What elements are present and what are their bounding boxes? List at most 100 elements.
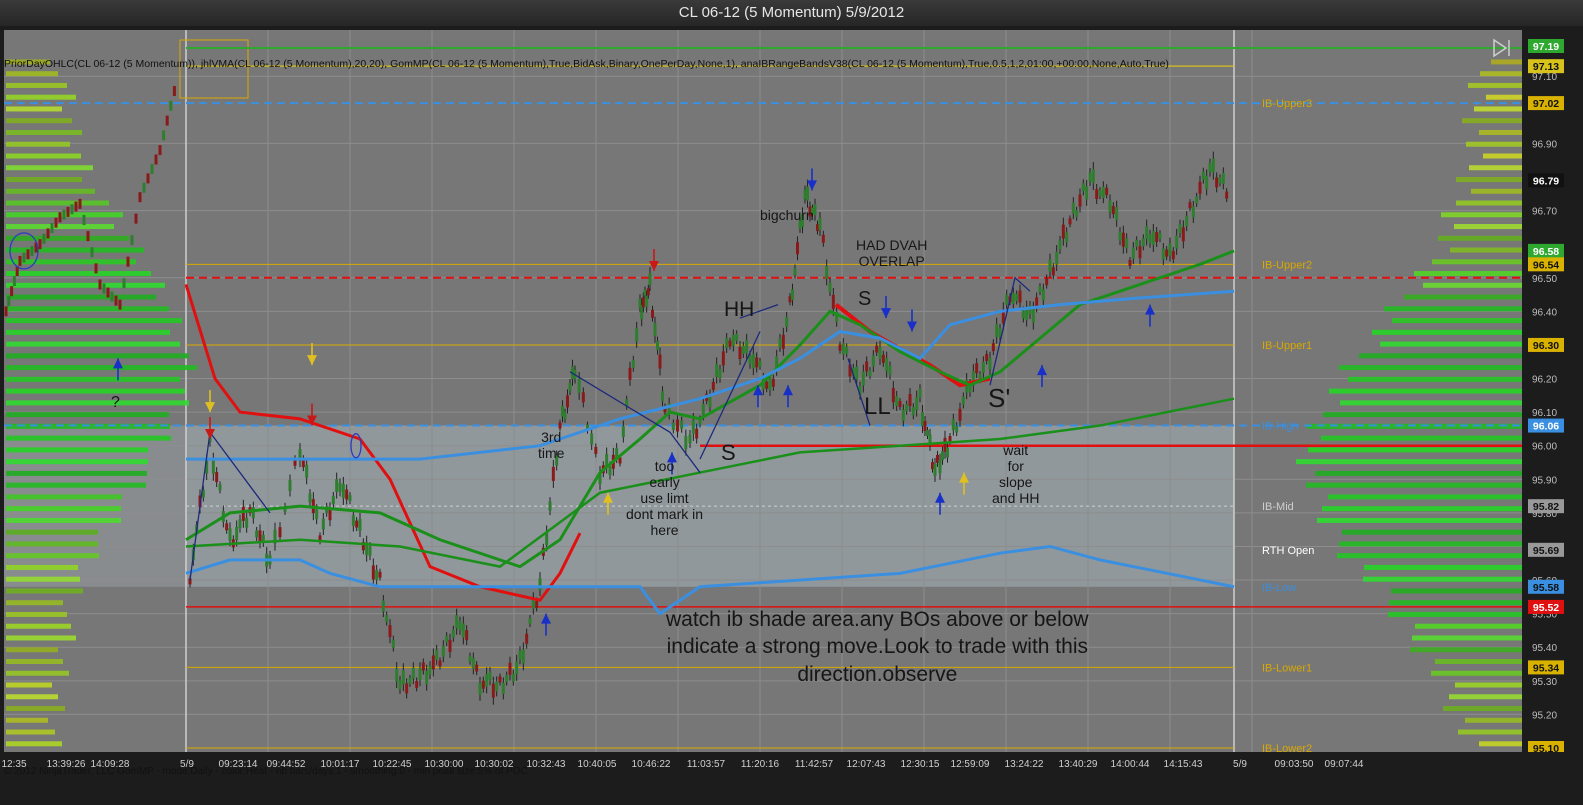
price-axis-tick: 95.40 [1532,643,1557,654]
prior-price-bar [54,217,58,228]
volume-profile-prior-bar [6,741,62,747]
price-bar-body [258,530,262,543]
window-title-bar: CL 06-12 (5 Momentum) 5/9/2012 [0,0,1583,26]
price-bar-body [455,615,459,629]
price-bar-body [1011,292,1015,304]
volume-profile-prior-bar [6,165,93,171]
price-bar-body [515,661,519,675]
price-bar-body [975,363,979,374]
price-bar-body [741,345,745,354]
price-bar-body [458,621,462,631]
prior-price-bar [4,306,8,317]
time-axis-tick: 12:59:09 [951,759,990,770]
price-bar-body [684,436,688,450]
price-bar-body [1111,206,1115,215]
price-bar-body [491,683,495,698]
volume-profile-prior-bar [6,447,148,453]
price-bar-body [551,466,555,481]
annotation-question: ? [111,394,120,411]
price-bar-body [238,519,242,529]
price-badge-label: 95.69 [1533,545,1559,557]
level-label: IB-Upper1 [1262,340,1312,352]
price-bar-body [535,600,539,608]
volume-profile-current-bar [1323,412,1522,418]
volume-profile-current-bar [1414,271,1522,277]
price-bar-body [735,333,739,341]
price-bar-body [445,635,449,643]
price-axis-tick: 96.20 [1532,375,1557,386]
volume-profile-current-bar [1454,224,1522,230]
volume-profile-current-bar [1466,141,1522,147]
price-bar-body [1095,189,1099,200]
price-bar-body [755,357,759,368]
volume-profile-prior-bar [6,188,95,194]
volume-profile-current-bar [1449,694,1522,700]
volume-profile-current-bar [1328,494,1522,500]
price-badge-label: 96.30 [1533,340,1559,352]
time-axis-tick: 12:07:43 [847,759,886,770]
price-badge-label: 95.82 [1533,501,1559,513]
volume-profile-prior-bar [6,564,78,570]
volume-profile-current-bar [1315,470,1522,476]
volume-profile-current-bar [1306,482,1522,488]
volume-profile-prior-bar [6,506,121,512]
price-bar-body [711,381,715,390]
price-bar-body [988,357,992,370]
price-bar-body [245,517,249,528]
volume-profile-prior-bar [6,329,170,335]
price-bar-body [1048,259,1052,272]
price-bar-body [653,323,657,337]
price-bar-body [278,527,282,538]
price-bar-body [861,371,865,386]
prior-price-bar [90,247,94,258]
prior-price-bar [62,209,66,220]
price-bar-body [938,460,942,474]
price-bar-body [1061,224,1065,239]
prior-price-bar [138,192,142,203]
volume-profile-prior-bar [6,553,99,559]
prior-price-bar [126,256,130,267]
volume-profile-prior-bar [6,271,151,277]
prior-price-bar [12,276,16,287]
prior-price-bar [78,198,82,209]
volume-profile-prior-bar [6,694,58,700]
price-bar-body [1221,172,1225,184]
volume-profile-prior-bar [6,118,72,124]
price-bar-body [825,265,829,279]
price-bar-body [646,288,650,296]
price-bar-body [1121,232,1125,247]
price-bar-body [518,650,522,660]
chart-svg[interactable]: IB-Upper3 IB-Upper2 IB-Upper1 IB-High IB-Mid… [0,26,1583,805]
price-bar-body [351,514,355,526]
level-label: IB-Low [1262,582,1296,594]
price-bar-body [868,370,872,377]
price-bar-body [701,403,705,415]
price-bar-body [358,518,362,531]
volume-profile-prior-bar [6,153,81,159]
indicator-list-text: PriorDayOHLC(CL 06-12 (5 Momentum)), jhl… [4,58,1169,70]
price-bar-body [408,677,412,684]
price-bar-body [813,204,817,216]
price-bar-body [495,681,499,692]
price-bar-body [525,633,529,644]
price-bar-body [1018,290,1022,303]
volume-profile-current-bar [1443,706,1522,712]
price-bar-body [548,501,552,511]
prior-price-bar [165,115,169,126]
volume-profile-prior-bar [6,388,185,394]
price-bar-body [796,242,799,255]
price-axis-tick: 95.20 [1532,710,1557,721]
chart-panel[interactable]: IB-Upper3 IB-Upper2 IB-Upper1 IB-High IB-Mid… [0,26,1583,805]
price-bar-body [558,422,562,429]
price-bar-body [568,383,572,392]
price-bar-body [1131,247,1135,259]
prior-price-bar [146,173,150,184]
annotation-bigchurn: bigchurn [760,207,814,223]
price-bar-body [1031,308,1035,323]
price-bar-body [411,667,415,679]
volume-profile-current-bar [1423,282,1522,288]
price-bar-body [865,361,869,372]
price-axis-tick: 95.90 [1532,475,1557,486]
volume-profile-current-bar [1469,165,1522,171]
volume-profile-prior-bar [6,623,71,629]
